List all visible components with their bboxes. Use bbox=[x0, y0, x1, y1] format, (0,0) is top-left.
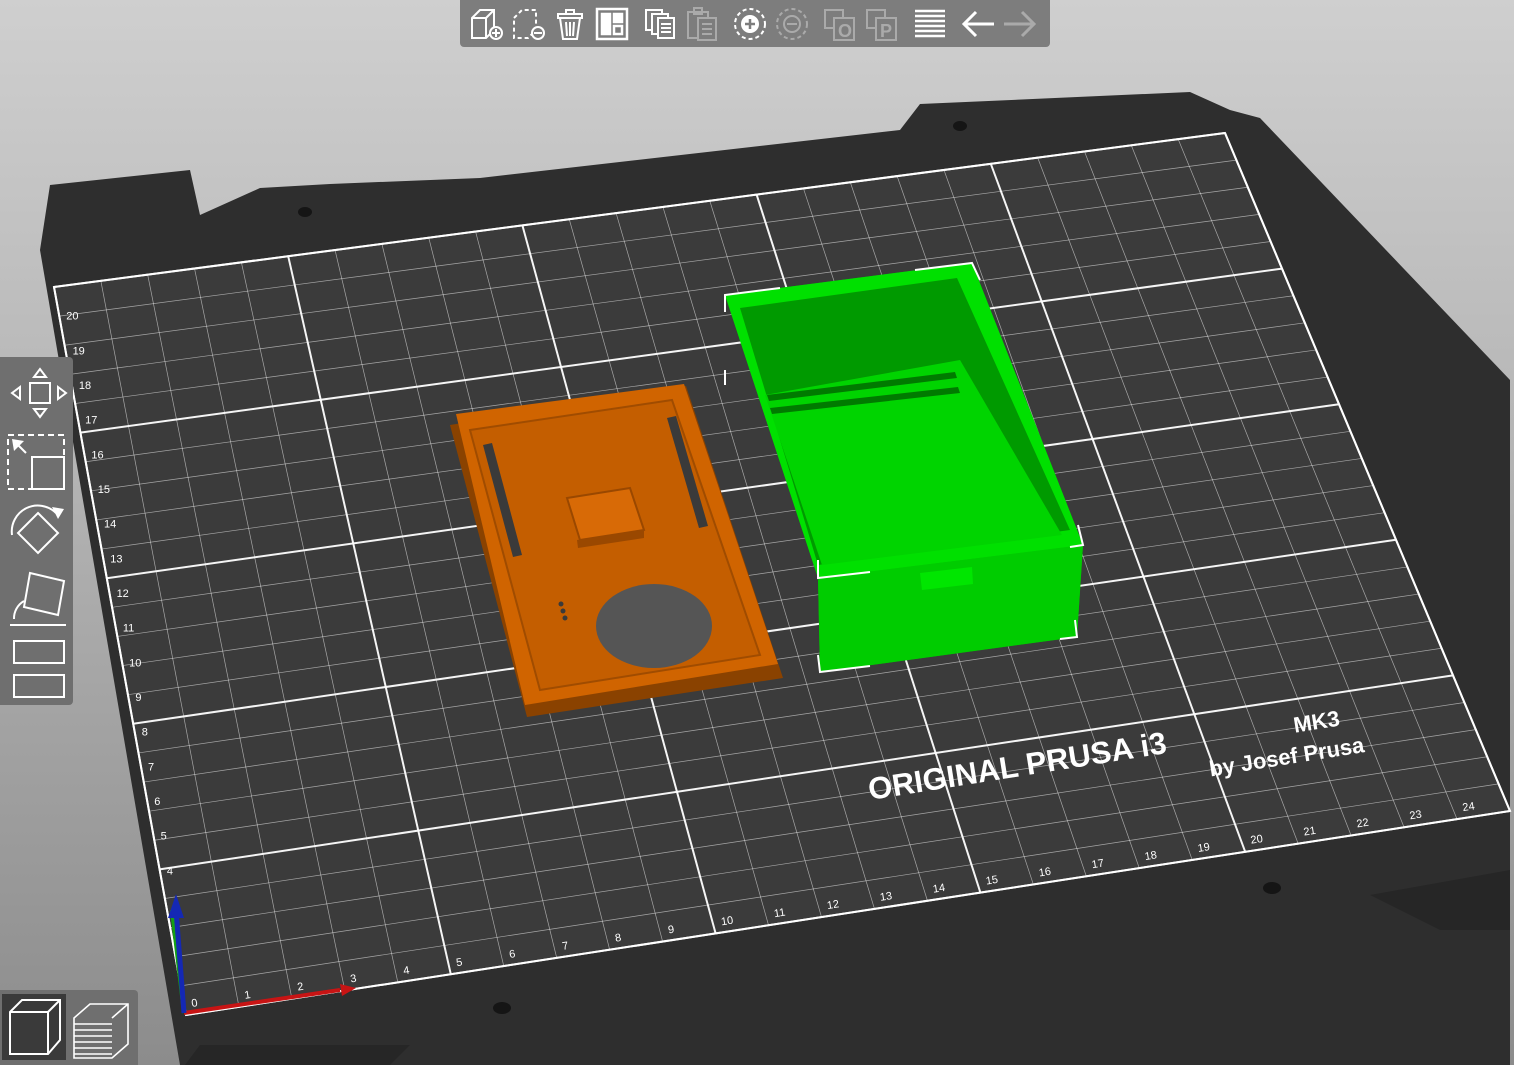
trash-icon[interactable] bbox=[550, 4, 590, 44]
add-object-icon[interactable] bbox=[466, 4, 506, 44]
x-tick-label: 21 bbox=[1303, 825, 1317, 839]
x-tick-label: 14 bbox=[932, 882, 946, 896]
y-tick-label: 20 bbox=[66, 311, 78, 323]
split-objects-icon[interactable]: O bbox=[820, 4, 860, 44]
y-tick-label: 12 bbox=[117, 588, 129, 600]
paste-icon[interactable] bbox=[682, 4, 722, 44]
3d-viewport[interactable]: 0123456789101112131415161718192021222324… bbox=[0, 0, 1514, 1065]
x-tick-label: 18 bbox=[1144, 849, 1158, 863]
x-tick-label: 22 bbox=[1356, 817, 1370, 831]
y-tick-label: 17 bbox=[85, 415, 97, 427]
y-tick-label: 18 bbox=[79, 380, 91, 392]
move-icon[interactable] bbox=[4, 363, 68, 425]
layers-icon[interactable] bbox=[910, 4, 950, 44]
x-tick-label: 10 bbox=[720, 915, 734, 929]
svg-text:O: O bbox=[838, 21, 852, 41]
x-tick-label: 23 bbox=[1409, 809, 1423, 823]
y-tick-label: 15 bbox=[98, 484, 110, 496]
x-tick-label: 15 bbox=[985, 874, 999, 888]
support-paint-icon[interactable] bbox=[4, 671, 68, 701]
top-toolbar: OP bbox=[460, 0, 1050, 47]
y-tick-label: 10 bbox=[129, 657, 141, 669]
y-tick-label: 11 bbox=[123, 623, 134, 635]
x-tick-label: 17 bbox=[1091, 857, 1105, 871]
place-on-face-icon[interactable] bbox=[4, 567, 68, 633]
y-tick-label: 13 bbox=[110, 553, 122, 565]
x-tick-label: 16 bbox=[1038, 866, 1052, 880]
y-tick-label: 7 bbox=[148, 761, 154, 773]
cube-icon[interactable] bbox=[2, 994, 66, 1060]
gizmo-sidebar bbox=[0, 357, 73, 705]
rotate-icon[interactable] bbox=[4, 499, 68, 563]
y-tick-label: 9 bbox=[135, 692, 141, 704]
x-tick-label: 11 bbox=[773, 907, 786, 921]
copy-icon[interactable] bbox=[640, 4, 680, 44]
y-tick-label: 8 bbox=[142, 727, 148, 739]
layers-preview-icon[interactable] bbox=[68, 994, 132, 1060]
scale-icon[interactable] bbox=[4, 431, 68, 495]
delete-object-icon[interactable] bbox=[508, 4, 548, 44]
split-parts-icon[interactable]: P bbox=[862, 4, 902, 44]
minus-circle-icon[interactable] bbox=[772, 4, 812, 44]
y-tick-label: 6 bbox=[154, 796, 160, 808]
y-tick-label: 4 bbox=[167, 865, 173, 877]
x-tick-label: 13 bbox=[879, 890, 893, 904]
y-tick-label: 16 bbox=[91, 449, 103, 461]
y-tick-label: 5 bbox=[161, 831, 167, 843]
arrange-icon[interactable] bbox=[592, 4, 632, 44]
y-tick-label: 19 bbox=[73, 345, 85, 357]
redo-arrow-icon[interactable] bbox=[1000, 4, 1040, 44]
y-tick-label: 14 bbox=[104, 519, 116, 531]
plus-circle-icon[interactable] bbox=[730, 4, 770, 44]
x-tick-label: 20 bbox=[1250, 833, 1264, 847]
cut-icon[interactable] bbox=[4, 637, 68, 667]
undo-arrow-icon[interactable] bbox=[958, 4, 998, 44]
x-tick-label: 19 bbox=[1197, 841, 1211, 855]
x-tick-label: 12 bbox=[826, 898, 840, 912]
x-tick-label: 24 bbox=[1462, 800, 1476, 814]
svg-text:P: P bbox=[880, 21, 892, 41]
view-toggle-bar bbox=[0, 990, 138, 1065]
